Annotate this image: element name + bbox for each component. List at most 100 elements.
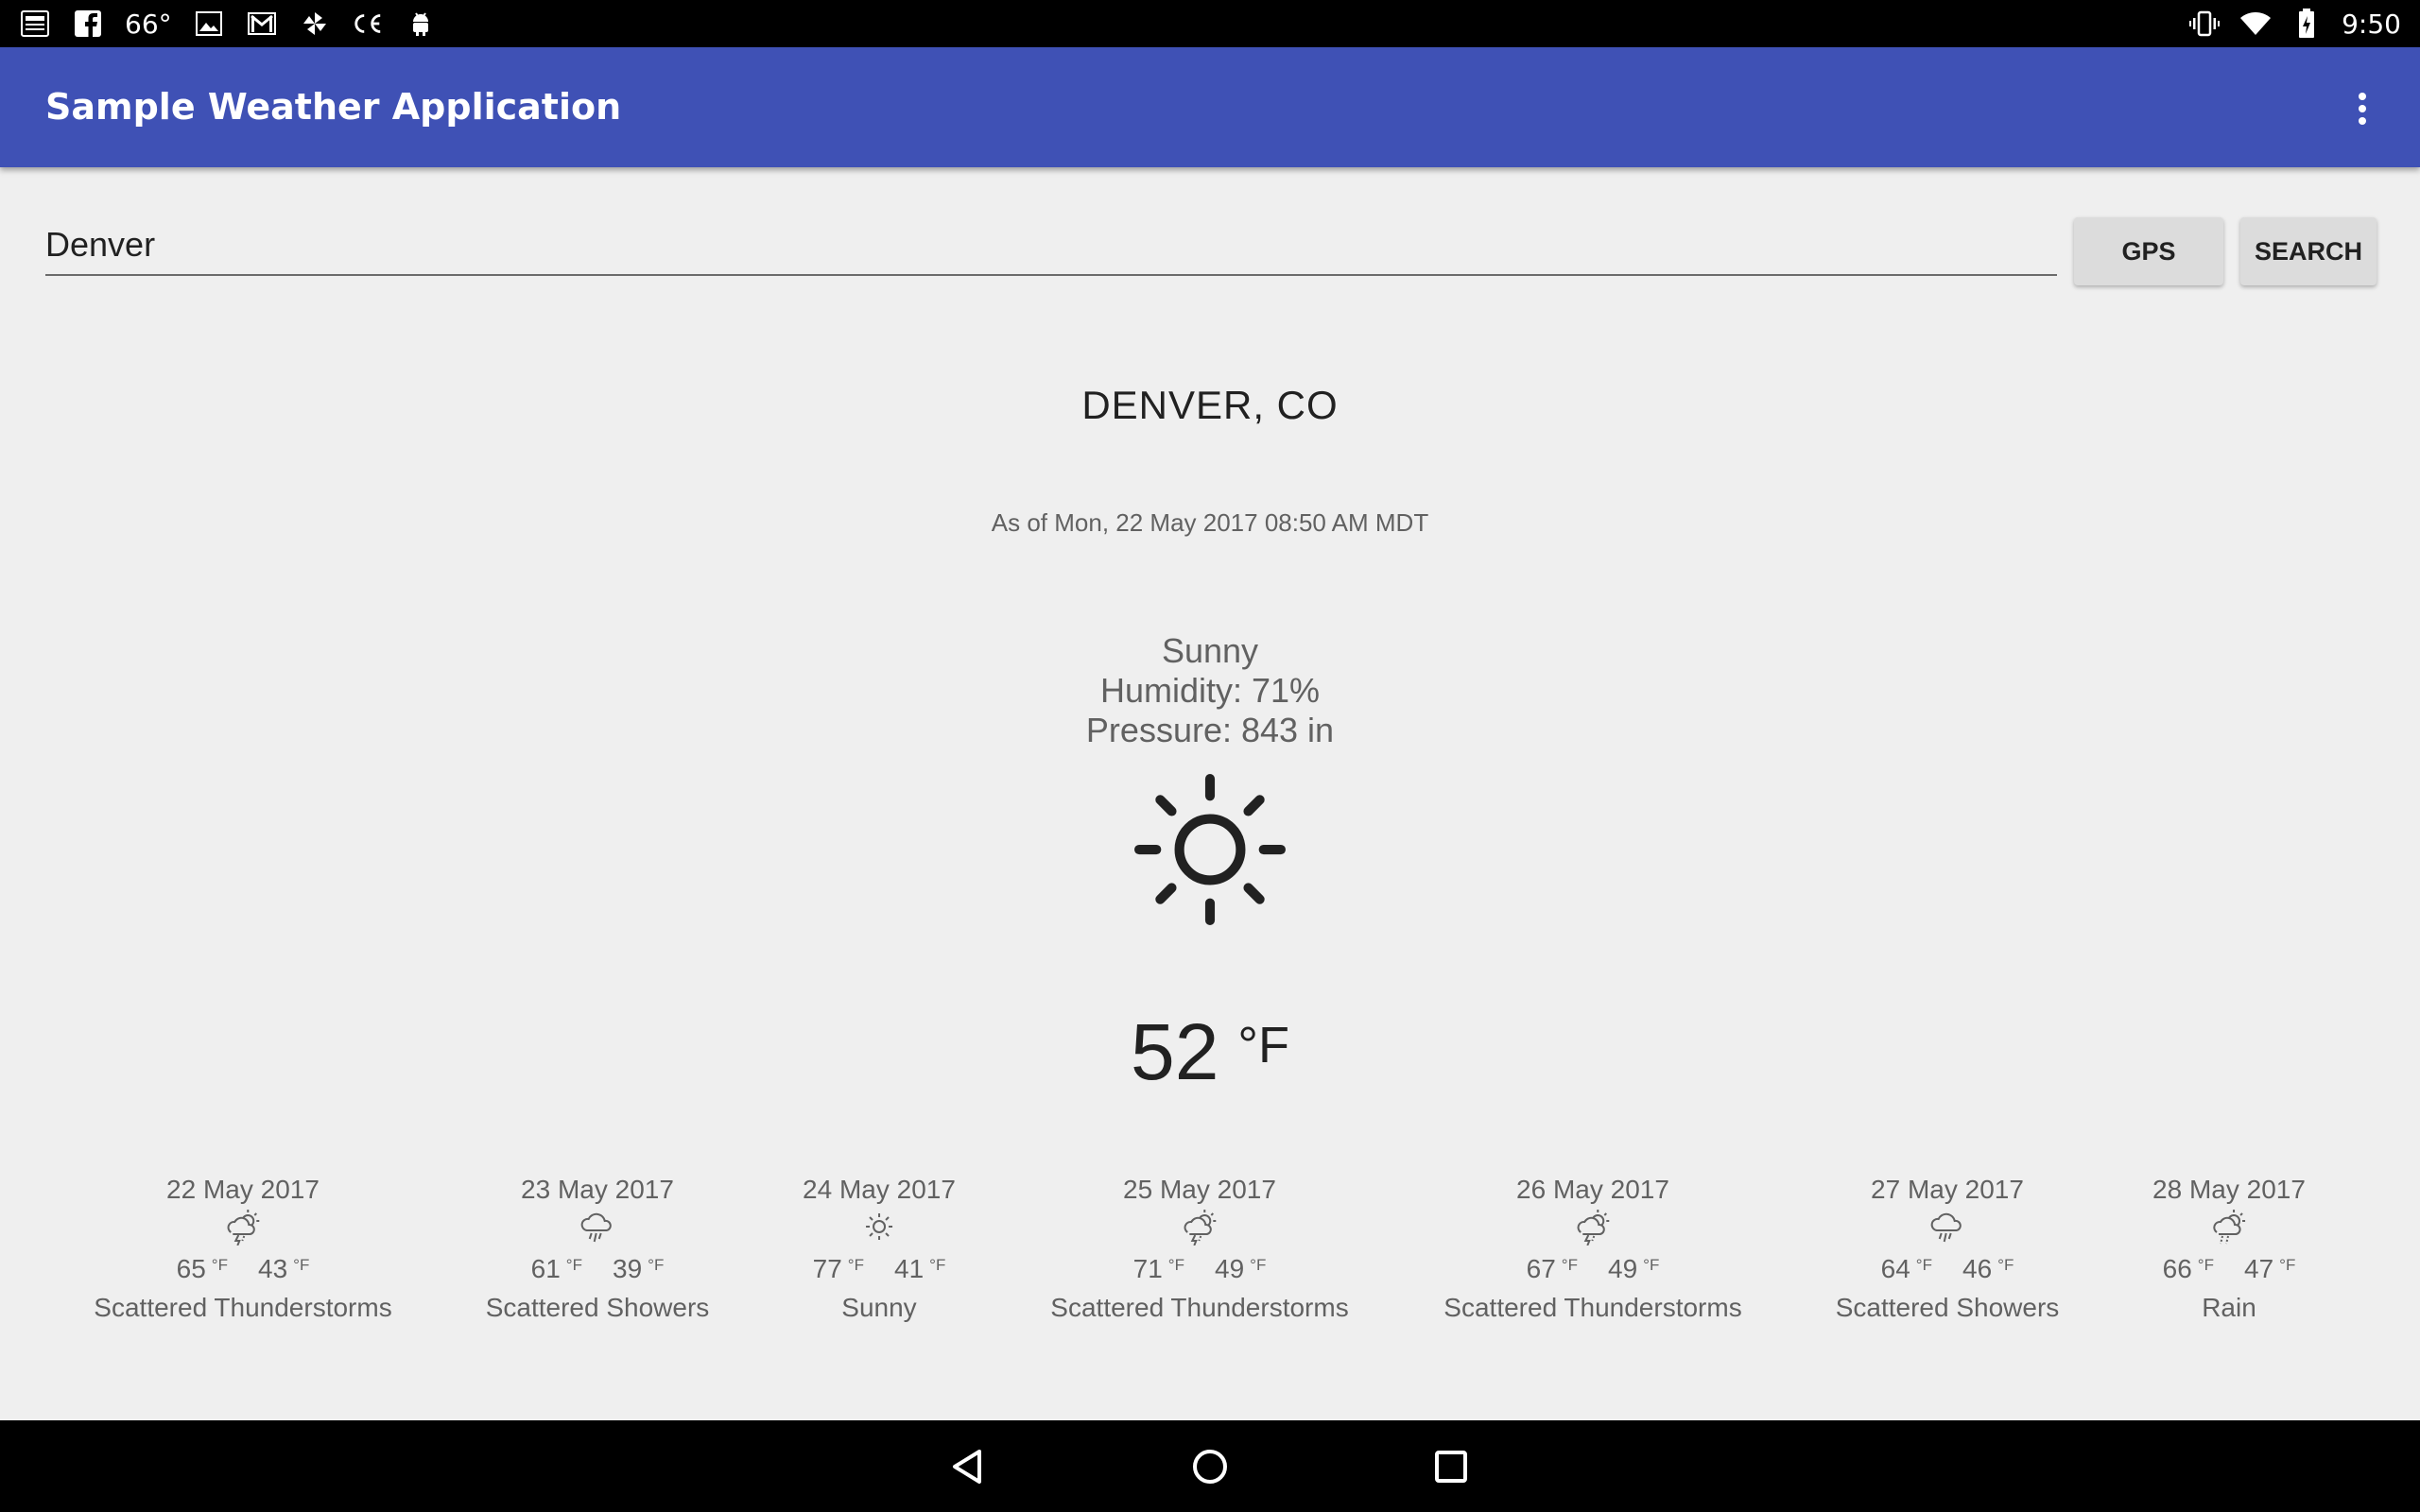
forecast-day: 23 May 2017 61 °F 39 °F Scattered Showers — [486, 1172, 710, 1327]
forecast-temps: 64 °F 46 °F — [1836, 1246, 2060, 1289]
forecast-condition: Scattered Thunderstorms — [1443, 1293, 1742, 1322]
back-button[interactable] — [944, 1443, 992, 1490]
forecast-condition: Sunny — [841, 1293, 917, 1322]
forecast-low-unit: °F — [648, 1256, 665, 1274]
forecast-high: 61 — [530, 1254, 561, 1283]
forecast-low-unit: °F — [1997, 1256, 2014, 1274]
forecast-temps: 66 °F 47 °F — [2152, 1246, 2306, 1289]
forecast-low: 43 — [257, 1254, 288, 1283]
forecast-temps: 67 °F 49 °F — [1443, 1246, 1741, 1289]
thunderstorm-icon — [1577, 1210, 1609, 1246]
temperature-value: 52 — [1130, 1007, 1219, 1096]
home-icon — [1193, 1450, 1227, 1484]
app-bar: Sample Weather Application — [0, 47, 2420, 167]
city-name: DENVER, CO — [1081, 383, 1339, 427]
forecast-low: 49 — [1214, 1254, 1245, 1283]
more-options-button[interactable] — [2339, 85, 2386, 132]
battery-icon — [2290, 8, 2323, 40]
forecast-low: 41 — [893, 1254, 925, 1283]
forecast-low-unit: °F — [1643, 1256, 1660, 1274]
image-icon — [193, 8, 225, 40]
observation-time: As of Mon, 22 May 2017 08:50 AM MDT — [991, 508, 1429, 537]
gmail-icon — [246, 8, 278, 40]
status-temperature: 66° — [125, 8, 172, 40]
forecast-condition: Scattered Thunderstorms — [1050, 1293, 1349, 1322]
forecast-date: 25 May 2017 — [1123, 1175, 1276, 1204]
forecast-low: 46 — [1962, 1254, 1993, 1283]
search-button[interactable]: SEARCH — [2240, 217, 2377, 285]
current-pressure: Pressure: 843 in — [1085, 711, 1335, 749]
news-icon — [19, 8, 51, 40]
forecast-low-unit: °F — [2279, 1256, 2296, 1274]
forecast-high-unit: °F — [1167, 1256, 1184, 1274]
forecast-day: 22 May 2017 65 °F 43 °F Scattered Thunderst… — [94, 1172, 391, 1327]
forecast-date: 26 May 2017 — [1516, 1175, 1669, 1204]
forecast-low-unit: °F — [1250, 1256, 1267, 1274]
current-humidity: Humidity: 71% — [1099, 671, 1321, 710]
forecast-high: 67 — [1526, 1254, 1556, 1283]
facebook-icon — [72, 8, 104, 40]
forecast-low: 49 — [1607, 1254, 1638, 1283]
app-title: Sample Weather Application — [45, 86, 622, 128]
wifi-icon — [2239, 8, 2272, 40]
forecast-high: 77 — [812, 1254, 842, 1283]
forecast-temps: 65 °F 43 °F — [94, 1246, 391, 1289]
rain-icon — [2213, 1210, 2245, 1245]
sun-icon — [865, 1213, 892, 1240]
forecast-condition: Scattered Thunderstorms — [94, 1293, 392, 1322]
android-icon — [405, 8, 437, 40]
recents-button[interactable] — [1427, 1443, 1475, 1490]
forecast-high-unit: °F — [1561, 1256, 1578, 1274]
forecast-date: 24 May 2017 — [803, 1175, 956, 1204]
pinwheel-icon — [299, 8, 331, 40]
current-conditions: Sunny Humidity: 71% Pressure: 843 in — [0, 631, 2420, 750]
forecast-high: 71 — [1132, 1254, 1163, 1283]
status-bar: 66° 9:50 — [0, 0, 2420, 47]
forecast-condition: Rain — [2202, 1293, 2256, 1322]
forecast-day: 24 May 2017 77 °F 41 °F Sunny — [803, 1172, 956, 1327]
status-time: 9:50 — [2342, 8, 2401, 40]
forecast-high-unit: °F — [847, 1256, 864, 1274]
more-vert-icon — [2359, 93, 2366, 125]
sun-icon — [1134, 774, 1286, 925]
current-condition: Sunny — [1161, 631, 1259, 670]
vibrate-icon — [2188, 8, 2221, 40]
forecast-day: 28 May 2017 66 °F 47 °F Rain — [2152, 1172, 2306, 1327]
forecast-low: 47 — [2243, 1254, 2274, 1283]
forecast-low: 39 — [612, 1254, 643, 1283]
forecast-day: 26 May 2017 67 °F 49 °F Scattered Thunderst… — [1443, 1172, 1741, 1327]
forecast-date: 27 May 2017 — [1871, 1175, 2024, 1204]
forecast-condition: Scattered Showers — [485, 1293, 710, 1322]
forecast-high-unit: °F — [565, 1256, 582, 1274]
gps-button[interactable]: GPS — [2074, 217, 2223, 285]
forecast-temps: 77 °F 41 °F — [803, 1246, 956, 1289]
back-icon — [953, 1450, 981, 1484]
temperature-unit: °F — [1237, 1017, 1290, 1074]
forecast-day: 27 May 2017 64 °F 46 °F Scattered Showers — [1836, 1172, 2060, 1327]
location-search-input[interactable] — [45, 215, 2057, 276]
forecast-date: 22 May 2017 — [166, 1175, 320, 1204]
forecast-low-unit: °F — [293, 1256, 310, 1274]
forecast-high-unit: °F — [1915, 1256, 1932, 1274]
forecast-high: 66 — [2162, 1254, 2192, 1283]
system-status: 9:50 — [2188, 0, 2401, 47]
forecast-high-unit: °F — [211, 1256, 228, 1274]
forecast-high-unit: °F — [2197, 1256, 2214, 1274]
showers-icon — [580, 1212, 613, 1243]
forecast-day: 25 May 2017 71 °F 49 °F Scattered Thunderst… — [1050, 1172, 1348, 1327]
notification-icons: 66° — [19, 0, 437, 47]
forecast-high: 64 — [1880, 1254, 1910, 1283]
current-temperature: 52 °F — [0, 1006, 2420, 1098]
forecast-date: 28 May 2017 — [2152, 1175, 2306, 1204]
forecast-date: 23 May 2017 — [521, 1175, 674, 1204]
home-button[interactable] — [1186, 1443, 1234, 1490]
showers-icon — [1930, 1212, 1962, 1243]
forecast-temps: 71 °F 49 °F — [1050, 1246, 1348, 1289]
forecast-condition: Scattered Showers — [1835, 1293, 2060, 1322]
forecast-temps: 61 °F 39 °F — [486, 1246, 710, 1289]
forecast-low-unit: °F — [929, 1256, 946, 1274]
recents-icon — [1435, 1451, 1467, 1483]
forecast-high: 65 — [176, 1254, 206, 1283]
ce-icon — [352, 8, 384, 40]
thunderstorm-icon — [227, 1210, 259, 1246]
